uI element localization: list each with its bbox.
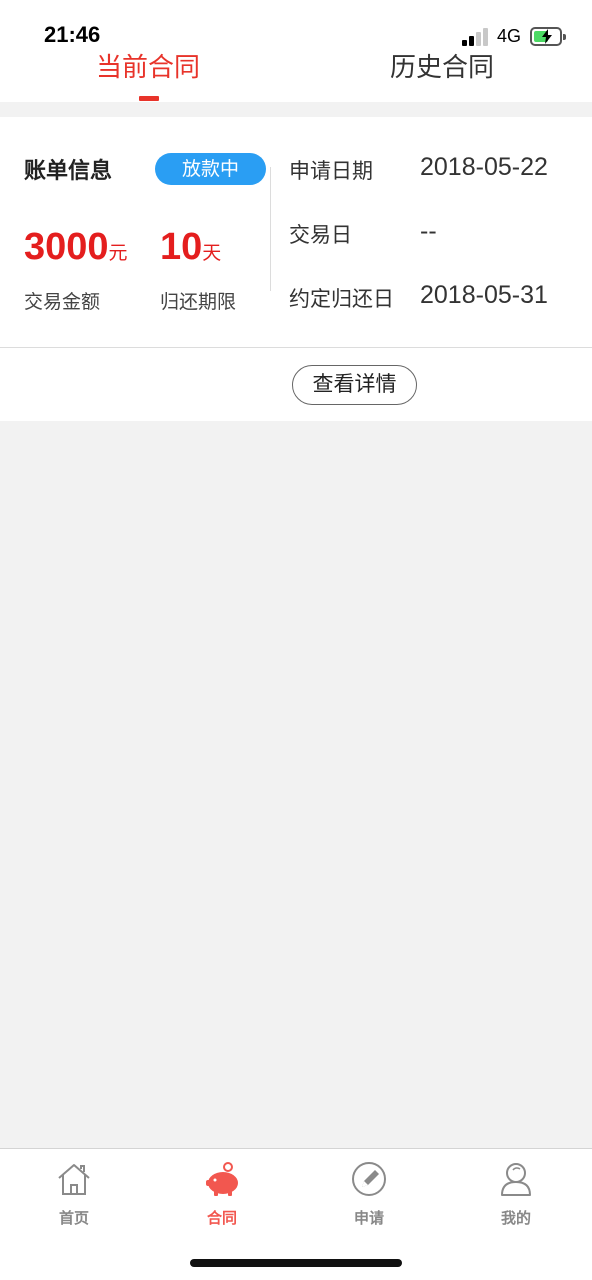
- amount-unit: 元: [108, 242, 128, 264]
- nav-label-contract: 合同: [206, 1209, 237, 1227]
- trade-date-value: --: [420, 217, 437, 245]
- trade-date-label: 交易日: [289, 223, 352, 247]
- term-label: 归还期限: [160, 291, 237, 313]
- vertical-divider: [270, 167, 271, 291]
- tab-history-contract[interactable]: 历史合同: [374, 50, 510, 102]
- home-indicator: [190, 1259, 402, 1267]
- amount-label: 交易金额: [24, 291, 101, 313]
- transaction-amount: 3000元: [24, 225, 128, 275]
- nav-item-home[interactable]: 首页: [24, 1149, 124, 1239]
- contract-summary: 账单信息 放款中 3000元 10天 交易金额 归还期限 申请日期 2018-0…: [0, 117, 592, 347]
- term-unit: 天: [202, 242, 222, 264]
- nav-label-apply: 申请: [353, 1209, 384, 1227]
- signal-icon: [462, 28, 490, 46]
- due-date-label: 约定归还日: [289, 287, 394, 311]
- contract-tabs: 当前合同 历史合同: [0, 50, 592, 102]
- nav-item-mine[interactable]: 我的: [466, 1149, 566, 1239]
- term-value: 10: [160, 226, 203, 268]
- status-time: 21:46: [44, 22, 101, 47]
- apply-date-label: 申请日期: [289, 159, 373, 183]
- tab-active-indicator: [139, 96, 159, 101]
- battery-icon: [530, 27, 566, 46]
- home-icon: [58, 1164, 90, 1195]
- user-icon: [501, 1163, 531, 1196]
- amount-value: 3000: [24, 226, 109, 268]
- bill-info-title: 账单信息: [24, 159, 113, 184]
- due-date-value: 2018-05-31: [420, 281, 548, 309]
- network-type: 4G: [497, 26, 522, 46]
- pencil-circle-icon: [352, 1162, 386, 1196]
- piggy-bank-icon: [206, 1162, 238, 1196]
- nav-item-contract[interactable]: 合同: [172, 1149, 272, 1239]
- status-badge: 放款中: [155, 153, 266, 185]
- tab-current-contract[interactable]: 当前合同: [80, 50, 216, 102]
- horizontal-divider: [0, 347, 592, 348]
- repayment-term: 10天: [160, 225, 221, 275]
- status-bar: 21:46 4G: [0, 0, 592, 50]
- contract-card: 账单信息 放款中 3000元 10天 交易金额 归还期限 申请日期 2018-0…: [0, 117, 592, 421]
- view-details-button[interactable]: 查看详情: [292, 365, 417, 405]
- screen: 21:46 4G 当前合同 历史合同 账单信息 放款中 3000元 10天 交易…: [0, 0, 592, 1280]
- nav-item-apply[interactable]: 申请: [319, 1149, 419, 1239]
- nav-label-mine: 我的: [500, 1209, 531, 1227]
- nav-label-home: 首页: [58, 1209, 89, 1227]
- apply-date-value: 2018-05-22: [420, 153, 548, 181]
